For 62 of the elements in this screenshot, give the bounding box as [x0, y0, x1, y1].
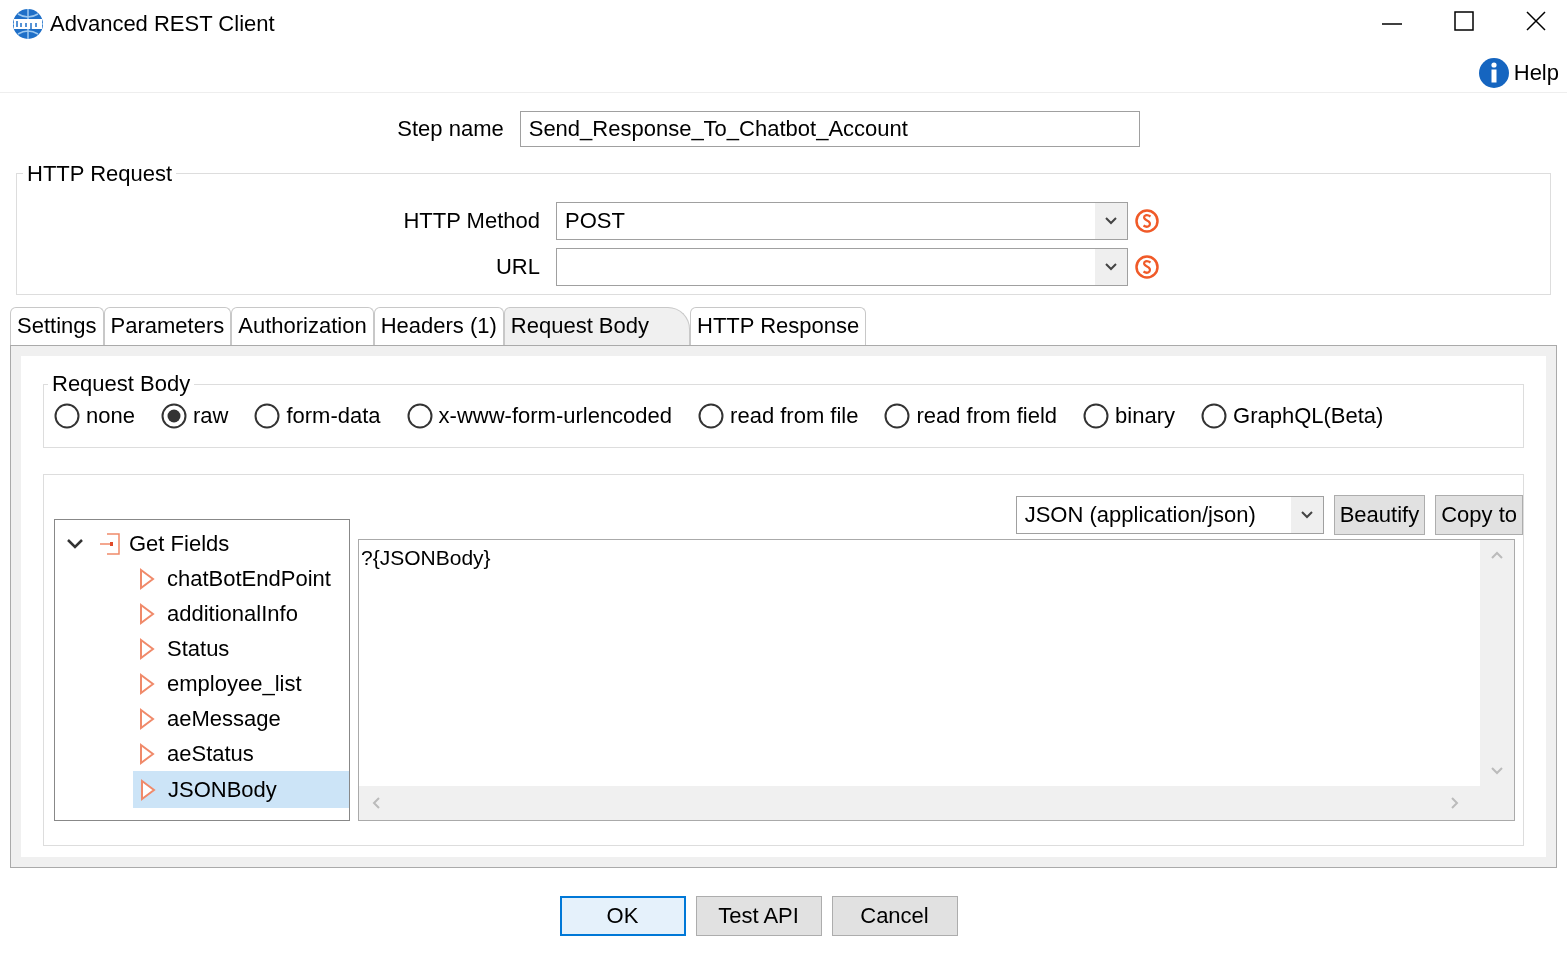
- variable-icon[interactable]: [1134, 208, 1160, 234]
- tab[interactable]: Parameters: [103, 307, 232, 345]
- radio-option[interactable]: x-www-form-urlencoded: [406, 403, 673, 429]
- chevron-down-icon: [1299, 510, 1314, 520]
- chevron-down-icon: [1104, 262, 1118, 272]
- radio-icon[interactable]: [1201, 403, 1227, 429]
- tab[interactable]: Settings: [10, 307, 104, 345]
- dialog-button[interactable]: OK: [559, 896, 686, 936]
- triangle-icon: [139, 567, 155, 590]
- step-name-field[interactable]: Send_Response_To_Chatbot_Account: [519, 111, 1140, 147]
- radio-option[interactable]: binary: [1083, 403, 1175, 429]
- radio-option[interactable]: GraphQL(Beta): [1201, 403, 1384, 429]
- radio-option[interactable]: form-data: [254, 403, 381, 429]
- tree-item[interactable]: aeMessage: [133, 701, 349, 736]
- radio-option[interactable]: read from field: [884, 403, 1058, 429]
- radio-icon[interactable]: [406, 403, 433, 429]
- radio-option[interactable]: read from file: [698, 403, 859, 429]
- toolbar-button[interactable]: Beautify: [1333, 495, 1426, 535]
- info-icon[interactable]: [1477, 57, 1510, 89]
- triangle-icon: [139, 637, 155, 660]
- http-method-label: HTTP Method: [403, 208, 540, 234]
- window-title: Advanced REST Client: [50, 11, 275, 37]
- variable-icon[interactable]: [1134, 254, 1160, 280]
- radio-icon[interactable]: [160, 403, 187, 429]
- close-icon[interactable]: [1525, 10, 1547, 32]
- triangle-icon: [140, 778, 156, 801]
- dialog-button[interactable]: Cancel: [831, 896, 958, 936]
- radio-icon[interactable]: [698, 403, 725, 429]
- maximize-icon[interactable]: [1453, 10, 1475, 32]
- toolbar-button[interactable]: Copy to: [1435, 495, 1523, 535]
- chevron-down-icon[interactable]: [65, 536, 85, 551]
- radio-icon[interactable]: [254, 403, 281, 429]
- triangle-icon: [139, 672, 155, 695]
- tree-item[interactable]: chatBotEndPoint: [133, 561, 349, 596]
- url-dropdown[interactable]: [556, 248, 1128, 286]
- dialog-button[interactable]: Test API: [695, 896, 822, 936]
- tab[interactable]: HTTP Response: [690, 307, 867, 345]
- triangle-icon: [139, 602, 155, 625]
- radio-icon[interactable]: [884, 403, 911, 429]
- radio-icon[interactable]: [54, 403, 80, 429]
- url-label: URL: [496, 254, 540, 280]
- radio-icon[interactable]: [1083, 403, 1110, 429]
- globe-icon: [12, 8, 44, 40]
- tree-item[interactable]: aeStatus: [133, 736, 349, 771]
- http-method-dropdown[interactable]: POST: [556, 202, 1128, 240]
- tree-item[interactable]: employee_list: [133, 666, 349, 701]
- step-name-label: Step name: [397, 116, 504, 142]
- tree-item[interactable]: Status: [133, 631, 349, 666]
- tree-item[interactable]: JSONBody: [133, 771, 349, 808]
- triangle-icon: [139, 742, 155, 765]
- content-type-dropdown[interactable]: JSON (application/json): [1015, 496, 1324, 534]
- tree-item[interactable]: additionalInfo: [133, 596, 349, 631]
- radio-option[interactable]: raw: [160, 403, 229, 429]
- tab[interactable]: Authorization: [231, 307, 374, 345]
- triangle-icon: [139, 707, 155, 730]
- chevron-down-icon: [1104, 216, 1118, 226]
- help-link[interactable]: Help: [1513, 60, 1559, 86]
- step-icon: [99, 531, 121, 556]
- tab[interactable]: Request Body: [503, 307, 690, 345]
- tree-node[interactable]: Get Fields: [129, 530, 230, 557]
- tab[interactable]: Headers (1): [373, 307, 504, 345]
- radio-option[interactable]: none: [54, 403, 135, 429]
